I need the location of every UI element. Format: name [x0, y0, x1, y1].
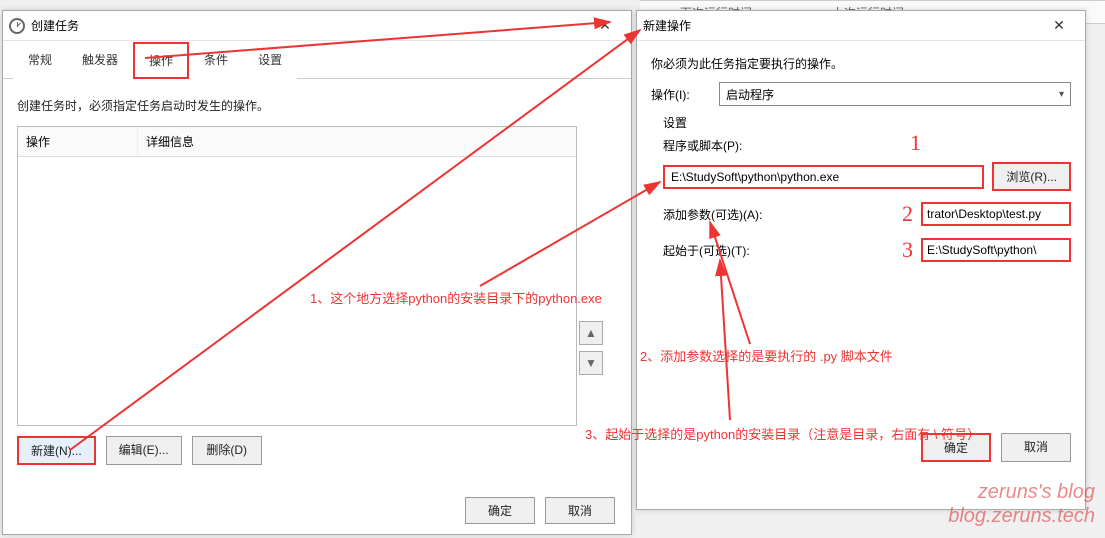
program-script-value: E:\StudySoft\python\python.exe	[671, 170, 839, 184]
program-script-input[interactable]: E:\StudySoft\python\python.exe	[663, 165, 984, 189]
program-script-label: 程序或脚本(P):	[663, 137, 1071, 154]
new-action-dialog: 新建操作 ✕ 你必须为此任务指定要执行的操作。 操作(I): 启动程序 ▾ 设置…	[636, 10, 1086, 510]
cancel-button[interactable]: 取消	[1001, 433, 1071, 462]
browse-button[interactable]: 浏览(R)...	[992, 162, 1071, 191]
tab-general[interactable]: 常规	[13, 42, 67, 79]
annotation-squiggle-2: 2	[902, 201, 913, 227]
create-task-titlebar: 创建任务 ✕	[3, 11, 631, 41]
watermark-text-2: blog.zeruns.tech	[948, 505, 1095, 528]
annotation-squiggle-1: 1	[910, 130, 921, 156]
close-icon[interactable]: ✕	[585, 12, 625, 40]
delete-action-button[interactable]: 删除(D)	[192, 436, 262, 465]
watermark-text-1: zeruns's blog	[978, 481, 1095, 504]
actions-desc: 创建任务时，必须指定任务启动时发生的操作。	[17, 97, 617, 114]
start-in-input[interactable]: E:\StudySoft\python\	[921, 238, 1071, 262]
add-arguments-input[interactable]: trator\Desktop\test.py	[921, 202, 1071, 226]
start-in-value: E:\StudySoft\python\	[927, 243, 1036, 257]
tab-actions[interactable]: 操作	[133, 42, 189, 79]
actions-listview[interactable]: 操作 详细信息	[17, 126, 577, 426]
cancel-button[interactable]: 取消	[545, 497, 615, 524]
move-down-button[interactable]: ▼	[579, 351, 603, 375]
ok-button[interactable]: 确定	[465, 497, 535, 524]
annotation-squiggle-3: 3	[902, 237, 913, 263]
listview-header: 操作 详细信息	[18, 127, 576, 157]
clock-icon	[9, 18, 25, 34]
chevron-down-icon: ▾	[1059, 89, 1064, 100]
ok-button[interactable]: 确定	[921, 433, 991, 462]
edit-action-button[interactable]: 编辑(E)...	[106, 436, 182, 465]
add-arguments-value: trator\Desktop\test.py	[927, 207, 1041, 221]
col-action: 操作	[18, 127, 138, 156]
action-type-selected: 启动程序	[726, 86, 774, 103]
settings-group-label: 设置	[663, 114, 1071, 131]
action-type-select[interactable]: 启动程序 ▾	[719, 82, 1071, 106]
action-type-label: 操作(I):	[651, 86, 711, 103]
close-icon[interactable]: ✕	[1039, 12, 1079, 40]
move-up-button[interactable]: ▲	[579, 321, 603, 345]
tab-conditions[interactable]: 条件	[189, 42, 243, 79]
start-in-label: 起始于(可选)(T):	[663, 242, 894, 259]
new-action-button[interactable]: 新建(N)...	[17, 436, 96, 465]
tab-settings[interactable]: 设置	[243, 42, 297, 79]
create-task-title: 创建任务	[31, 17, 79, 34]
add-arguments-label: 添加参数(可选)(A):	[663, 206, 894, 223]
create-task-tabs: 常规 触发器 操作 条件 设置	[3, 41, 631, 79]
col-details: 详细信息	[138, 127, 576, 156]
new-action-titlebar: 新建操作 ✕	[637, 11, 1085, 41]
tab-triggers[interactable]: 触发器	[67, 42, 133, 79]
create-task-dialog: 创建任务 ✕ 常规 触发器 操作 条件 设置 创建任务时，必须指定任务启动时发生…	[2, 10, 632, 535]
new-action-title: 新建操作	[643, 17, 691, 34]
new-action-desc: 你必须为此任务指定要执行的操作。	[651, 55, 1071, 72]
